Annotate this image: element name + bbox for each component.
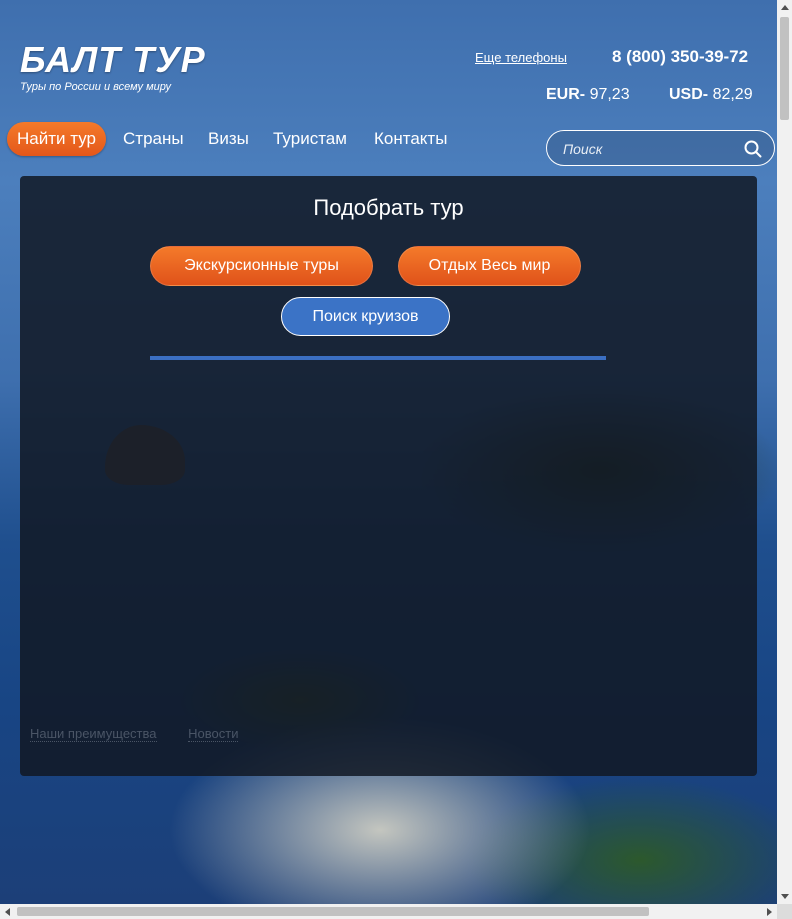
usd-rate-value: 82,29 [712, 86, 753, 103]
scroll-right-icon[interactable] [767, 908, 772, 916]
horizontal-scroll-thumb[interactable] [17, 907, 649, 916]
nav-item-contacts[interactable]: Контакты [374, 122, 447, 156]
tour-search-panel: Подобрать тур Экскурсионные туры Отдых В… [20, 176, 757, 776]
nav-item-visas[interactable]: Визы [208, 122, 249, 156]
eur-rate: EUR- 97,23 [546, 86, 630, 104]
eur-rate-label: EUR- [546, 86, 586, 103]
scrollbar-corner [777, 904, 792, 919]
scroll-left-icon[interactable] [5, 908, 10, 916]
cruise-search-button[interactable]: Поиск круизов [281, 297, 450, 336]
logo-text: БАЛТ ТУР [20, 39, 206, 80]
panel-links: Наши преимущества Новости [30, 726, 266, 742]
scroll-up-icon[interactable] [781, 5, 789, 10]
usd-rate: USD- 82,29 [669, 86, 753, 104]
scroll-down-icon[interactable] [781, 894, 789, 899]
horizontal-scrollbar[interactable] [0, 904, 777, 919]
search-box [546, 130, 775, 166]
news-link[interactable]: Новости [188, 726, 239, 742]
eur-rate-value: 97,23 [589, 86, 630, 103]
vertical-scrollbar[interactable] [777, 0, 792, 904]
loading-bar [150, 356, 606, 360]
nav-item-find-tour[interactable]: Найти тур [7, 122, 106, 156]
search-icon[interactable] [744, 140, 762, 158]
advantages-link[interactable]: Наши преимущества [30, 726, 157, 742]
usd-rate-label: USD- [669, 86, 709, 103]
rest-world-button[interactable]: Отдых Весь мир [398, 246, 581, 286]
panel-title: Подобрать тур [313, 195, 464, 220]
phone-number[interactable]: 8 (800) 350-39-72 [612, 47, 748, 67]
excursion-tours-button[interactable]: Экскурсионные туры [150, 246, 373, 286]
more-phones-link[interactable]: Еще телефоны [475, 50, 567, 65]
page-viewport: БАЛТ ТУР Туры по России и всему миру Еще… [0, 0, 777, 904]
logo-tagline: Туры по России и всему миру [20, 81, 172, 93]
nav-item-countries[interactable]: Страны [123, 122, 184, 156]
logo[interactable]: БАЛТ ТУР Туры по России и всему миру [20, 39, 206, 94]
nav-item-tourists[interactable]: Туристам [273, 122, 347, 156]
vertical-scroll-thumb[interactable] [780, 17, 789, 120]
search-input[interactable] [561, 137, 735, 161]
